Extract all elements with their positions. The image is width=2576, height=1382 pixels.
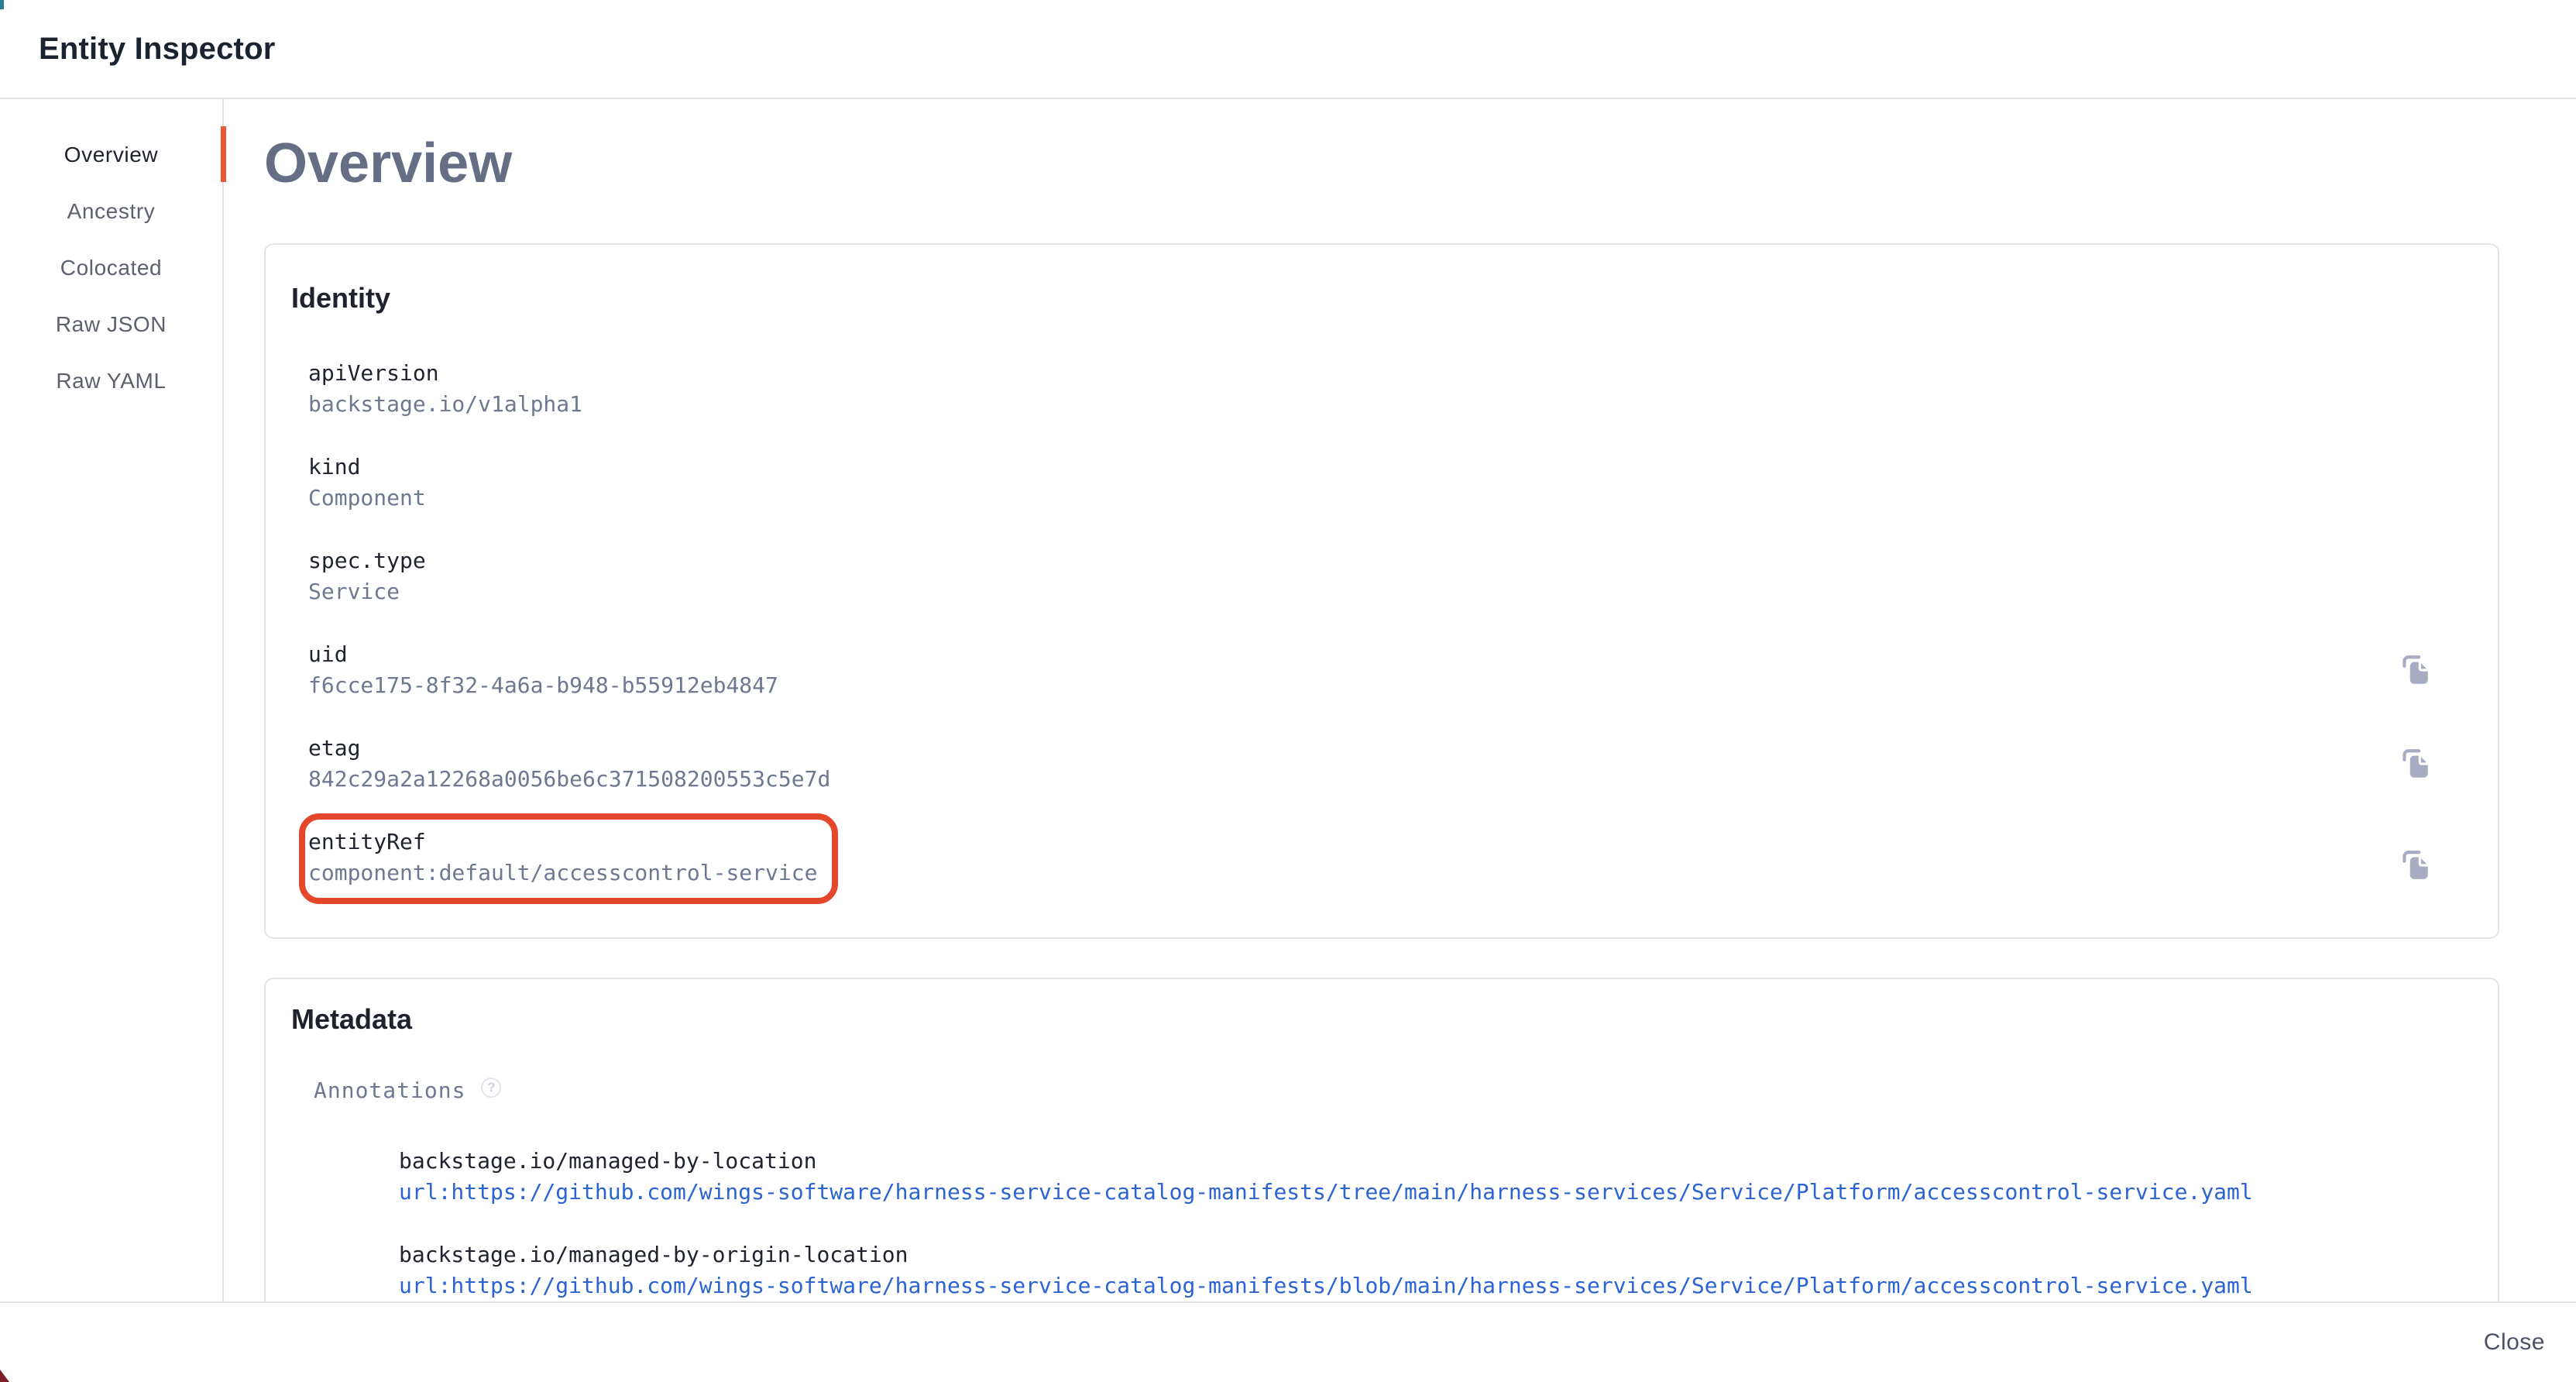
close-button[interactable]: Close (2471, 1322, 2557, 1363)
field-label: uid (308, 639, 778, 670)
annotation-entries: backstage.io/managed-by-location url:htt… (399, 1146, 2433, 1301)
annotations-section-header: Annotations ? (314, 1075, 2433, 1106)
field-label: kind (308, 452, 426, 483)
copy-button[interactable] (2397, 652, 2433, 688)
copy-icon (2397, 652, 2433, 688)
field-label: entityRef (308, 827, 817, 858)
annotation-entry: backstage.io/managed-by-location url:htt… (399, 1146, 2433, 1208)
identity-field-row: entityRef component:default/accesscontro… (308, 827, 2433, 904)
identity-field-row: kind Component (308, 452, 2433, 514)
sidebar-tab-ancestry[interactable]: Ancestry (0, 183, 222, 239)
field-value: backstage.io/v1alpha1 (308, 389, 582, 420)
field-value: 842c29a2a12268a0056be6c371508200553c5e7d (308, 764, 830, 795)
field-label: etag (308, 733, 830, 764)
annotation-link[interactable]: url:https://github.com/wings-software/ha… (399, 1270, 2433, 1301)
identity-field-row: etag 842c29a2a12268a0056be6c371508200553… (308, 733, 2433, 795)
metadata-card-title: Metadata (291, 1002, 2433, 1036)
field-group: etag 842c29a2a12268a0056be6c371508200553… (308, 733, 830, 795)
annotation-key: backstage.io/managed-by-location (399, 1146, 2433, 1177)
dialog-header: Entity Inspector (0, 0, 2576, 99)
field-value: Component (308, 483, 426, 514)
field-group: spec.type Service (308, 545, 426, 607)
inspector-tabs: OverviewAncestryColocatedRaw JSONRaw YAM… (0, 99, 224, 1301)
copy-button[interactable] (2397, 847, 2433, 883)
identity-card: Identity apiVersion backstage.io/v1alpha… (264, 243, 2499, 939)
sidebar-tab-raw-json[interactable]: Raw JSON (0, 296, 222, 352)
field-label: apiVersion (308, 358, 582, 389)
dialog-footer: Close (0, 1301, 2576, 1382)
field-group: uid f6cce175-8f32-4a6a-b948-b55912eb4847 (308, 639, 778, 701)
tab-panel-overview: Overview Identity apiVersion backstage.i… (224, 99, 2576, 1301)
field-value: Service (308, 576, 426, 607)
field-group: kind Component (308, 452, 426, 514)
field-group-highlighted: entityRef component:default/accesscontro… (299, 813, 838, 904)
sidebar-tab-raw-yaml[interactable]: Raw YAML (0, 352, 222, 409)
field-value: component:default/accesscontrol-service (308, 858, 817, 889)
screen-artifact (0, 0, 4, 9)
sidebar-tab-colocated[interactable]: Colocated (0, 239, 222, 296)
copy-icon (2397, 847, 2433, 883)
copy-button[interactable] (2397, 746, 2433, 782)
dialog-body: OverviewAncestryColocatedRaw JSONRaw YAM… (0, 99, 2576, 1301)
identity-field-row: uid f6cce175-8f32-4a6a-b948-b55912eb4847 (308, 639, 2433, 701)
annotations-label: Annotations (314, 1075, 465, 1106)
help-icon[interactable]: ? (481, 1078, 501, 1098)
dialog-title: Entity Inspector (39, 32, 275, 67)
identity-card-title: Identity (291, 281, 2433, 315)
entity-inspector-dialog: Entity Inspector OverviewAncestryColocat… (0, 0, 2576, 1382)
annotation-link[interactable]: url:https://github.com/wings-software/ha… (399, 1177, 2433, 1208)
copy-icon (2397, 746, 2433, 782)
identity-field-row: apiVersion backstage.io/v1alpha1 (308, 358, 2433, 420)
page-title: Overview (264, 129, 2576, 198)
field-label: spec.type (308, 545, 426, 576)
identity-field-row: spec.type Service (308, 545, 2433, 607)
identity-fields: apiVersion backstage.io/v1alpha1 kind Co… (308, 358, 2433, 904)
field-group: apiVersion backstage.io/v1alpha1 (308, 358, 582, 420)
annotation-key: backstage.io/managed-by-origin-location (399, 1239, 2433, 1270)
sidebar-tab-overview[interactable]: Overview (0, 126, 222, 183)
field-value: f6cce175-8f32-4a6a-b948-b55912eb4847 (308, 670, 778, 701)
metadata-card: Metadata Annotations ? backstage.io/mana… (264, 978, 2499, 1301)
annotation-entry: backstage.io/managed-by-origin-location … (399, 1239, 2433, 1301)
